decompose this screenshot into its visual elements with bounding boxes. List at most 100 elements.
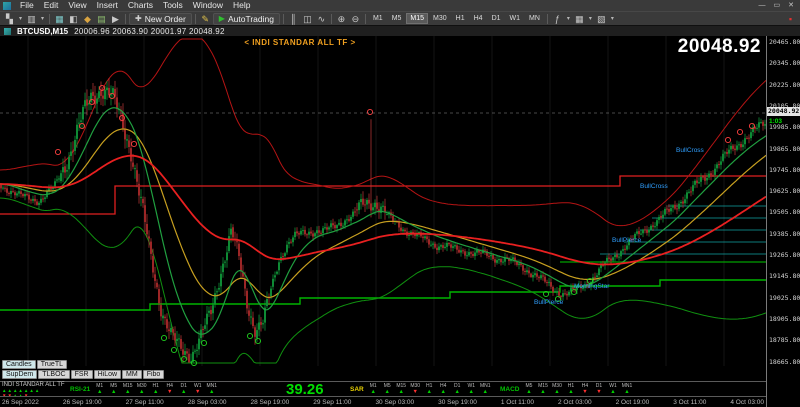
up-arrow-icon: ▲ [426, 389, 432, 395]
profiles-icon[interactable]: ▥ [25, 13, 38, 25]
time-axis[interactable]: 26 Sep 2022 26 Sep 19:00 27 Sep 11:00 28 Se… [0, 396, 766, 407]
new-order-label: New Order [144, 13, 186, 24]
period-d1-button[interactable]: D1 [488, 13, 505, 24]
terminal-icon[interactable]: ▤ [95, 13, 108, 25]
chart-symbol: BTCUSD,M15 [17, 26, 69, 36]
alert-icon[interactable]: ▪ [784, 13, 797, 25]
period-m1-button[interactable]: M1 [369, 13, 387, 24]
tab-hilow[interactable]: HiLow [93, 370, 122, 379]
price-scale-label: 19745.80 [769, 165, 800, 174]
time-axis-label: 3 Oct 11:00 [673, 398, 707, 406]
menu-tools[interactable]: Tools [158, 0, 188, 11]
tf-cell-m30: M30 ▲ [551, 383, 564, 395]
tf-cell-mn1: MN1 ▲ [479, 383, 492, 395]
down-arrow-icon: ▼ [167, 389, 173, 395]
templates-caret[interactable]: ▾ [609, 15, 616, 22]
tf-cell-m15: M15 ▲ [537, 383, 550, 395]
time-axis-label: 2 Oct 19:00 [615, 398, 650, 406]
toolbar-separator [49, 13, 50, 24]
new-chart-icon[interactable]: ▚ [3, 13, 16, 25]
price-scale-axis[interactable]: 20465.80 20345.80 20225.80 20105.80 19985.80… [766, 36, 800, 407]
tab-truetl[interactable]: TrueTL [36, 360, 67, 369]
tab-row-1: Candles TrueTL [2, 360, 164, 369]
indicator-group-sar: SAR M1 ▲ M5 ▲ M15 ▲ M30 ▼ H1 ▲ H4 ▲ D1 ▲ W1 ▲ MN1 ▲ [350, 383, 492, 396]
tab-mm[interactable]: MM [122, 370, 142, 379]
chart-area[interactable]: BullCross BullCross BullPierce MorningStar B… [0, 36, 766, 381]
metaeditor-icon[interactable]: ✎ [199, 13, 212, 25]
time-axis-label: 27 Sep 11:00 [125, 398, 164, 406]
up-arrow-icon: ▲ [29, 388, 34, 393]
autotrading-button[interactable]: ▶ AutoTrading [212, 12, 280, 25]
tf-cell-m15: M15 ▲ [395, 383, 408, 395]
restore-icon[interactable]: ▭ [771, 0, 784, 11]
menu-help[interactable]: Help [228, 0, 255, 11]
period-m15-button[interactable]: M15 [406, 13, 429, 24]
new-order-icon: ✚ [135, 14, 142, 23]
close-icon[interactable]: ✕ [785, 0, 797, 11]
minimize-icon[interactable]: — [756, 0, 769, 11]
navigator-icon[interactable]: ◆ [81, 13, 94, 25]
up-arrow-icon: ▲ [139, 389, 145, 395]
timeframes-caret[interactable]: ▾ [587, 15, 594, 22]
tab-fibo[interactable]: Fibo [142, 370, 165, 379]
toolbar-group: ▦ ◧ ◆ ▤ ▶ [53, 13, 122, 25]
indicator-group-rsi-21: RSI-21 M1 ▲ M5 ▲ M15 ▲ M30 ▲ H1 ▲ H4 ▼ D1 ▲ W1 ▼ MN1 ▲ [70, 383, 218, 396]
tab-candles[interactable]: Candles [2, 360, 36, 369]
up-arrow-icon: ▲ [34, 388, 40, 393]
time-axis-label: 28 Sep 19:00 [250, 398, 290, 406]
period-w1-button[interactable]: W1 [506, 13, 525, 24]
line-chart-icon[interactable]: ∿ [315, 13, 328, 25]
indicators-caret[interactable]: ▾ [565, 15, 572, 22]
tab-tlboc[interactable]: TLBOC [38, 370, 70, 379]
menu-charts[interactable]: Charts [123, 0, 158, 11]
menu-file[interactable]: File [15, 0, 39, 11]
menu-view[interactable]: View [63, 0, 91, 11]
menu-edit[interactable]: Edit [39, 0, 64, 11]
indicators-icon[interactable]: ƒ [551, 13, 564, 25]
tf-cell-m30: M30 ▼ [409, 383, 422, 395]
autotrading-icon: ▶ [218, 14, 225, 23]
up-arrow-icon: ▲ [111, 389, 117, 395]
tab-fsr[interactable]: FSR [70, 370, 93, 379]
period-m5-button[interactable]: M5 [388, 13, 406, 24]
time-axis-label: 2 Oct 03:00 [557, 398, 592, 406]
time-axis-label: 26 Sep 2022 [2, 398, 39, 406]
tf-cell-m5: M5 ▲ [381, 383, 394, 395]
menu-window[interactable]: Window [188, 0, 228, 11]
toolbar-group: ƒ ▾ ▦ ▾ ▧ ▾ [551, 13, 616, 25]
signal-label: BullPierce [612, 237, 642, 244]
price-chart[interactable]: BullCross BullCross BullPierce MorningStar B… [0, 36, 766, 366]
up-arrow-icon: ▲ [384, 389, 390, 395]
new-order-button[interactable]: ✚ New Order [129, 12, 192, 25]
indicator-panel: INDI STANDAR ALL TF ▲▲▲▲▲▲▲▼▼▲▲▼ RSI-21M… [0, 381, 766, 398]
period-mn-button[interactable]: MN [525, 13, 544, 24]
profiles-caret[interactable]: ▾ [39, 15, 46, 22]
price-scale-label: 19025.80 [769, 293, 800, 302]
new-chart-caret[interactable]: ▾ [17, 15, 24, 22]
tf-cell-m1: M1 ▲ [367, 383, 380, 395]
zoom-in-icon[interactable]: ⊕ [335, 13, 348, 25]
period-h1-button[interactable]: H1 [452, 13, 469, 24]
time-axis-label: 30 Sep 19:00 [438, 398, 477, 406]
strategy-tester-icon[interactable]: ▶ [109, 13, 122, 25]
menu: File Edit View Insert Charts Tools Window Help [15, 0, 256, 11]
big-price-readout: 20048.92 [677, 36, 761, 57]
tf-cell-m5: M5 ▲ [107, 383, 120, 395]
timeframes-menu-icon[interactable]: ▦ [573, 13, 586, 25]
up-arrow-icon: ▲ [454, 389, 460, 395]
zoom-out-icon[interactable]: ⊖ [349, 13, 362, 25]
tab-supdem[interactable]: SupDem [2, 370, 38, 379]
bar-chart-icon[interactable]: ║ [287, 13, 300, 25]
period-h4-button[interactable]: H4 [470, 13, 487, 24]
mt4-window: File Edit View Insert Charts Tools Window Help … [0, 0, 800, 407]
candle-chart-icon[interactable]: ◫ [301, 13, 314, 25]
tf-cell-w1: W1 ▲ [465, 383, 478, 395]
down-arrow-icon: ▼ [412, 389, 418, 395]
menu-insert[interactable]: Insert [92, 0, 123, 11]
templates-icon[interactable]: ▧ [595, 13, 608, 25]
period-m30-button[interactable]: M30 [429, 13, 451, 24]
market-watch-icon[interactable]: ▦ [53, 13, 66, 25]
toolbar-separator [364, 13, 366, 24]
indicator-name: SAR [350, 386, 364, 393]
data-window-icon[interactable]: ◧ [67, 13, 80, 25]
